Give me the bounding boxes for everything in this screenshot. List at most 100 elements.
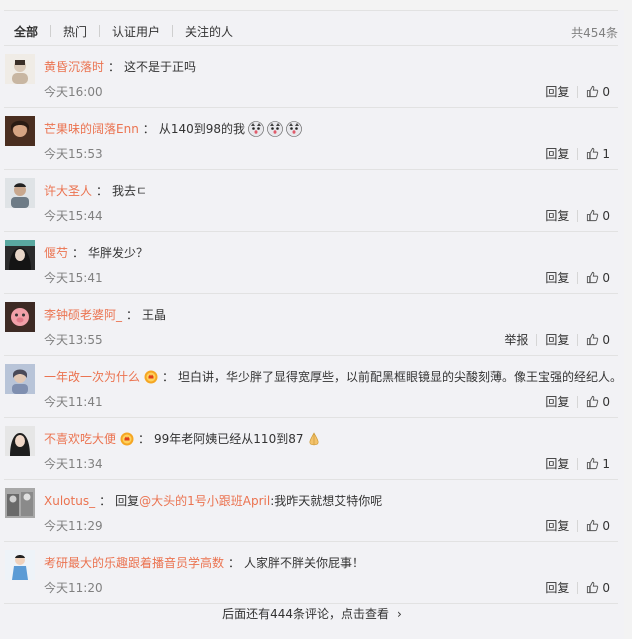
comment-actions: 回复 1 xyxy=(545,145,610,162)
mention-link[interactable]: @大头的1号小跟班April xyxy=(139,492,270,509)
name-colon: ： xyxy=(228,556,241,570)
avatar[interactable] xyxy=(5,550,35,580)
like-button[interactable]: 0 xyxy=(586,85,610,99)
comment-item: 偃芍 ： 华胖发少？ 今天15:41 回复 0 xyxy=(0,232,624,294)
like-button[interactable]: 0 xyxy=(586,395,610,409)
comment-item: 考研最大的乐趣跟着播音员学高数 ： 人家胖不胖关你屁事！ 今天11:20 回复 … xyxy=(0,542,624,604)
avatar[interactable] xyxy=(5,116,35,146)
comment-actions: 回复 0 xyxy=(545,269,610,286)
avatar[interactable] xyxy=(5,364,35,394)
comment-time: 今天15:44 xyxy=(44,209,103,223)
commenter-name[interactable]: 不喜欢吃大便 xyxy=(44,430,116,447)
like-button[interactable]: 0 xyxy=(586,581,610,595)
avatar[interactable] xyxy=(5,426,35,456)
reply-button[interactable]: 回复 xyxy=(545,207,569,224)
comment-list: 黄昏沉落时 ： 这不是于正吗 今天16:00 回复 0 芒果味的阔落Enn ： … xyxy=(0,46,624,604)
name-colon: ： xyxy=(108,60,121,74)
like-count: 1 xyxy=(602,456,610,471)
thumbs-up-icon xyxy=(587,85,599,98)
reply-button[interactable]: 回复 xyxy=(545,517,569,534)
thumbs-up-icon xyxy=(587,519,599,532)
like-count: 0 xyxy=(602,394,610,409)
avatar[interactable] xyxy=(5,54,35,84)
comment-item: 李钟硕老婆阿_ ： 王晶 今天13:55 举报 回复 0 xyxy=(0,294,624,356)
comment-actions: 回复 1 xyxy=(545,455,610,472)
commenter-name[interactable]: Xulotus_ xyxy=(44,494,95,508)
comment-item: 芒果味的阔落Enn ： 从140到98的我 今天15:53 回复 1 xyxy=(0,108,624,170)
comment-text: 我去ㄷ xyxy=(112,184,148,198)
avatar[interactable] xyxy=(5,302,35,332)
thumbs-up-icon xyxy=(587,209,599,222)
load-more-label: 后面还有444条评论，点击查看 xyxy=(222,607,390,621)
comment-time: 今天13:55 xyxy=(44,333,103,347)
comment-text: 坦白讲，华少胖了显得宽厚些，以前配黑框眼镜显的尖酸刻薄。像王宝强的经纪人。 xyxy=(178,370,623,384)
like-count: 0 xyxy=(602,208,610,223)
action-divider xyxy=(577,519,579,532)
thumbs-up-icon xyxy=(587,147,599,160)
name-colon: ： xyxy=(142,122,155,136)
like-count: 0 xyxy=(602,518,610,533)
commenter-name[interactable]: 黄昏沉落时 xyxy=(44,58,104,75)
thumbs-up-icon xyxy=(587,395,599,408)
comment-time: 今天15:53 xyxy=(44,147,103,161)
commenter-name[interactable]: 许大圣人 xyxy=(44,182,92,199)
action-divider xyxy=(536,333,538,346)
husky-emoji-icon xyxy=(286,120,302,137)
commenter-name[interactable]: 考研最大的乐趣跟着播音员学高数 xyxy=(44,554,224,571)
comment-text: 王晶 xyxy=(142,308,167,322)
like-button[interactable]: 0 xyxy=(586,271,610,285)
chevron-right-icon: › xyxy=(397,607,402,621)
comment-actions: 举报 回复 0 xyxy=(504,331,610,348)
action-divider xyxy=(577,457,579,470)
reply-button[interactable]: 回复 xyxy=(545,455,569,472)
reply-button[interactable]: 回复 xyxy=(545,83,569,100)
like-button[interactable]: 1 xyxy=(586,147,610,161)
husky-emoji-icon xyxy=(248,120,264,137)
top-divider xyxy=(4,10,618,11)
reply-button[interactable]: 回复 xyxy=(545,269,569,286)
like-button[interactable]: 0 xyxy=(586,519,610,533)
like-count: 0 xyxy=(602,270,610,285)
name-colon: ： xyxy=(72,246,85,260)
avatar[interactable] xyxy=(5,240,35,270)
tab-divider xyxy=(99,25,101,37)
reply-button[interactable]: 回复 xyxy=(545,331,569,348)
tab-verified[interactable]: 认证用户 xyxy=(112,23,160,40)
commenter-name[interactable]: 偃芍 xyxy=(44,244,68,261)
row-divider xyxy=(4,603,618,604)
avatar[interactable] xyxy=(5,488,35,518)
action-divider xyxy=(577,395,579,408)
comment-time: 今天16:00 xyxy=(44,85,103,99)
comment-text: :我昨天就想艾特你呢 xyxy=(270,494,383,508)
avatar[interactable] xyxy=(5,178,35,208)
like-count: 1 xyxy=(602,146,610,161)
reply-button[interactable]: 回复 xyxy=(545,145,569,162)
comment-time: 今天11:20 xyxy=(44,581,103,595)
reply-button[interactable]: 回复 xyxy=(545,579,569,596)
reply-button[interactable]: 回复 xyxy=(545,393,569,410)
tab-all[interactable]: 全部 xyxy=(14,23,38,40)
action-divider xyxy=(577,333,579,346)
name-colon: ： xyxy=(138,432,151,446)
comment-text: 99年老阿姨已经从110到87 xyxy=(154,432,304,446)
like-button[interactable]: 0 xyxy=(586,209,610,223)
tab-following[interactable]: 关注的人 xyxy=(185,23,233,40)
comment-text: 华胖发少？ xyxy=(88,246,149,260)
name-colon: ： xyxy=(126,308,139,322)
comment-time: 今天11:29 xyxy=(44,519,103,533)
thumbs-up-icon xyxy=(587,333,599,346)
tab-divider xyxy=(172,25,174,37)
like-button[interactable]: 0 xyxy=(586,333,610,347)
like-button[interactable]: 1 xyxy=(586,457,610,471)
action-divider xyxy=(577,209,579,222)
commenter-name[interactable]: 一年改一次为什么 xyxy=(44,368,140,385)
load-more-comments[interactable]: 后面还有444条评论，点击查看 › xyxy=(0,605,624,622)
comment-count: 共454条 xyxy=(571,26,618,40)
tab-hot[interactable]: 热门 xyxy=(63,23,87,40)
comment-item: 不喜欢吃大便 ： 99年老阿姨已经从110到87 今天11:34 回复 1 xyxy=(0,418,624,480)
commenter-name[interactable]: 李钟硕老婆阿_ xyxy=(44,306,122,323)
praying-hands-emoji-icon xyxy=(306,431,322,447)
commenter-name[interactable]: 芒果味的阔落Enn xyxy=(44,120,139,137)
comment-time: 今天15:41 xyxy=(44,271,103,285)
report-button[interactable]: 举报 xyxy=(504,331,528,348)
